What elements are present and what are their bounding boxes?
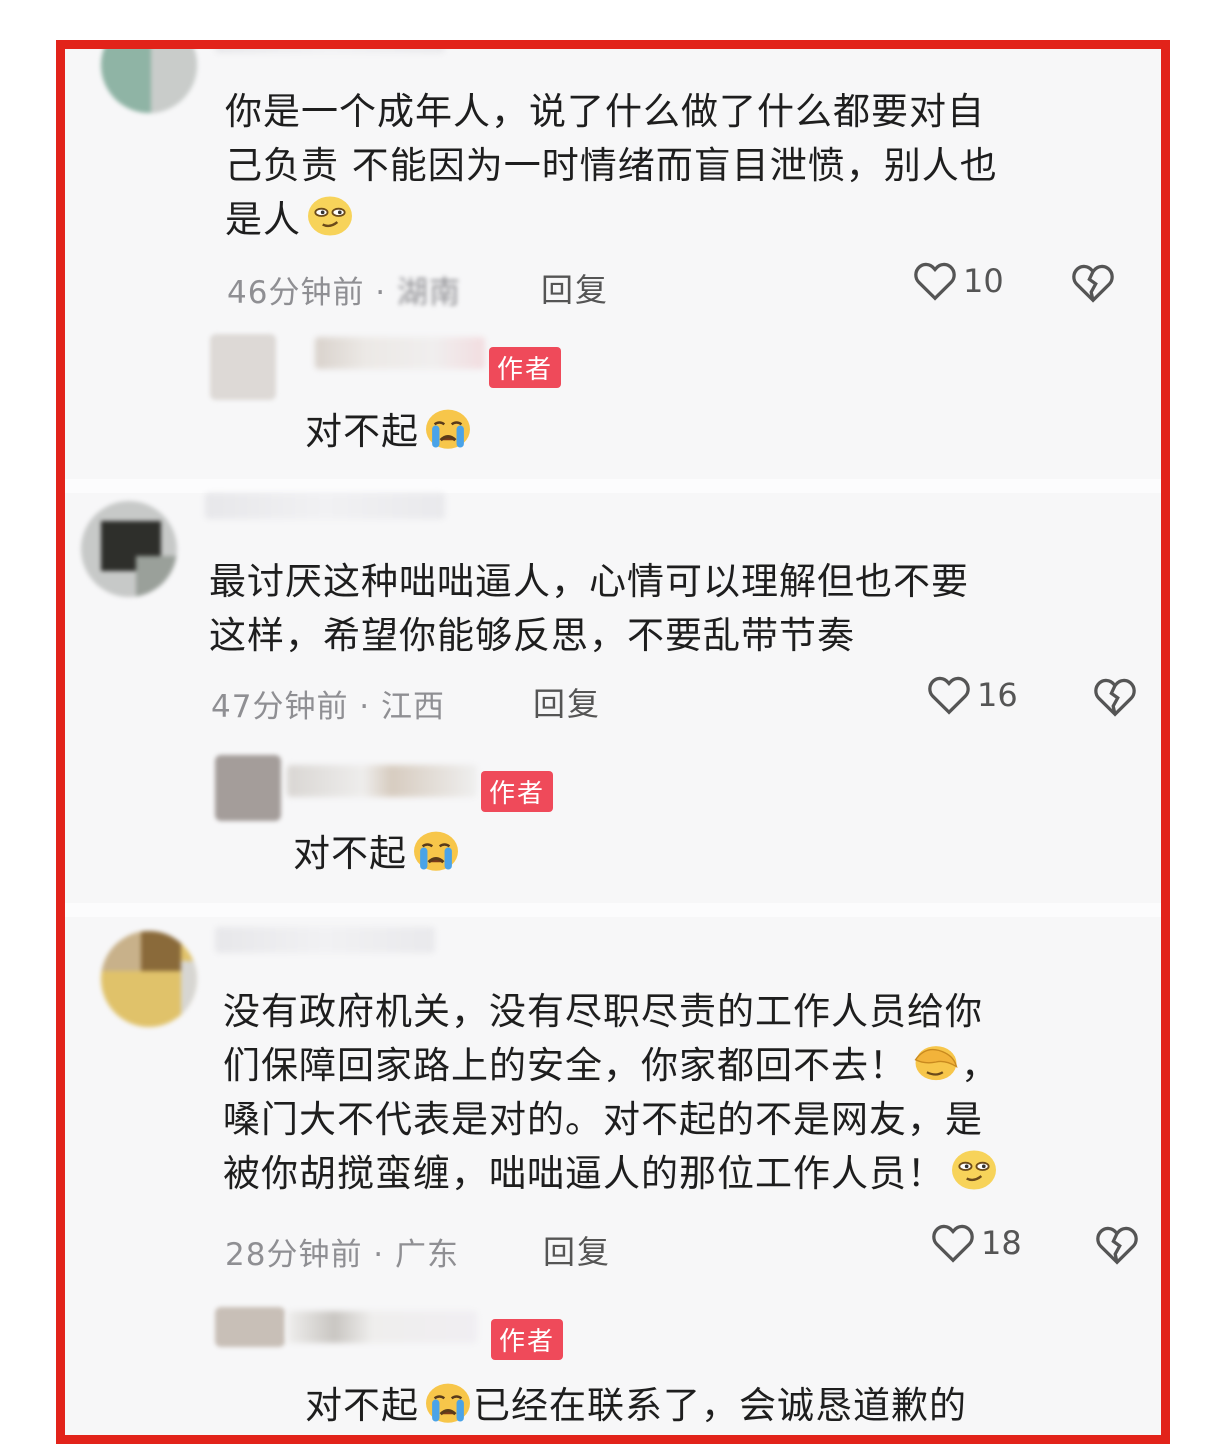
reply-button[interactable]: 回复	[543, 1227, 611, 1273]
like-button[interactable]: 10	[913, 261, 1004, 301]
comment-item: 你是一个成年人，说了什么做了什么都要对自 己负责 不能因为一时情绪而盲目泄愤，别…	[65, 49, 1161, 479]
avatar[interactable]	[101, 49, 197, 113]
reply-button[interactable]: 回复	[533, 679, 601, 725]
author-badge: 作者	[491, 1319, 564, 1360]
comment-item: 没有政府机关，没有尽职尽责的工作人员给你 们保障回家路上的安全，你家都回不去！，…	[65, 917, 1161, 1435]
comment-item: 最讨厌这种咄咄逼人，心情可以理解但也不要 这样，希望你能够反思，不要乱带节奏 4…	[65, 493, 1161, 903]
like-button[interactable]: 16	[927, 675, 1018, 715]
username-blurred[interactable]	[205, 493, 445, 519]
like-count: 16	[977, 676, 1018, 714]
comment-meta: 47分钟前 · 江西	[211, 689, 446, 725]
author-reply-text: 对不起	[305, 401, 473, 455]
broken-heart-icon[interactable]	[1071, 263, 1115, 303]
reply-button[interactable]: 回复	[541, 265, 609, 311]
divider	[65, 479, 1161, 493]
comment-meta: 46分钟前 · 湖南	[227, 275, 462, 311]
comment-text: 最讨厌这种咄咄逼人，心情可以理解但也不要 这样，希望你能够反思，不要乱带节奏	[209, 560, 969, 657]
like-count: 18	[981, 1224, 1022, 1262]
username-blurred[interactable]	[215, 927, 435, 953]
author-badge: 作者	[481, 771, 554, 812]
avatar[interactable]	[101, 931, 197, 1027]
smirk-face-icon	[949, 1148, 999, 1192]
username-blurred[interactable]	[215, 49, 445, 53]
broken-heart-icon[interactable]	[1093, 677, 1137, 717]
broken-heart-icon[interactable]	[1095, 1225, 1139, 1265]
heart-outline-icon	[931, 1223, 975, 1263]
author-reply-text: 对不起 已经在联系了，会诚恳道歉的	[305, 1375, 967, 1429]
comment-thread-frame: 你是一个成年人，说了什么做了什么都要对自 己负责 不能因为一时情绪而盲目泄愤，别…	[56, 40, 1170, 1444]
comment-meta: 28分钟前 · 广东	[225, 1237, 460, 1273]
author-avatar[interactable]	[210, 334, 276, 400]
divider	[65, 903, 1161, 917]
crying-face-icon	[423, 406, 473, 450]
author-name-blurred[interactable]	[287, 1311, 477, 1343]
author-badge: 作者	[489, 347, 562, 388]
author-avatar[interactable]	[215, 755, 281, 821]
author-name-blurred[interactable]	[315, 337, 485, 369]
author-avatar[interactable]	[215, 1307, 285, 1347]
crying-face-icon	[411, 828, 461, 872]
like-button[interactable]: 18	[931, 1223, 1022, 1263]
comment-text: 你是一个成年人，说了什么做了什么都要对自 己负责 不能因为一时情绪而盲目泄愤，别…	[225, 90, 998, 241]
facepalm-face-icon	[911, 1040, 961, 1084]
heart-outline-icon	[913, 261, 957, 301]
author-name-blurred[interactable]	[287, 765, 477, 797]
like-count: 10	[963, 262, 1004, 300]
crying-face-icon	[423, 1380, 473, 1424]
avatar[interactable]	[81, 501, 177, 597]
heart-outline-icon	[927, 675, 971, 715]
comment-text: 没有政府机关，没有尽职尽责的工作人员给你 们保障回家路上的安全，你家都回不去！，…	[223, 990, 999, 1195]
author-reply-text: 对不起	[293, 823, 461, 877]
smirk-face-icon	[305, 194, 355, 238]
